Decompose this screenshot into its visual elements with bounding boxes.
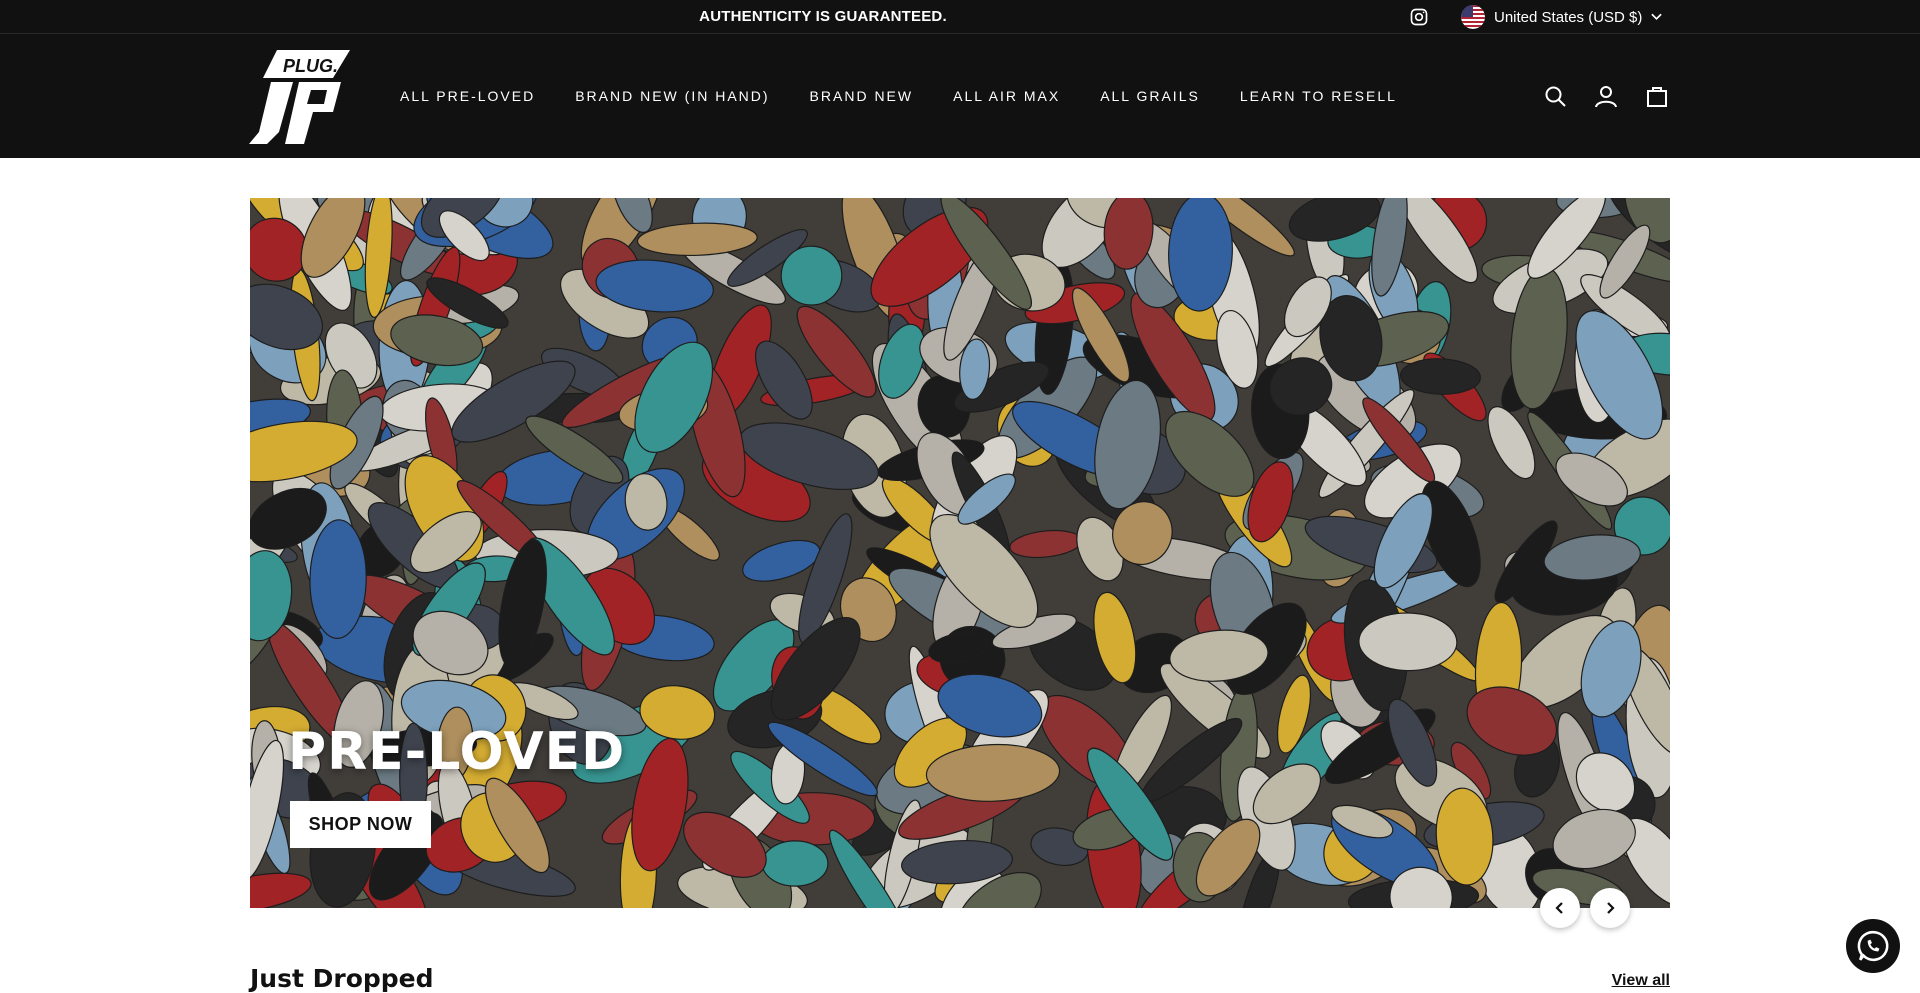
nav-all-grails[interactable]: ALL GRAILS xyxy=(1100,88,1200,104)
slider-next-button[interactable] xyxy=(1590,888,1630,928)
main-nav: ALL PRE-LOVED BRAND NEW (IN HAND) BRAND … xyxy=(400,34,1437,158)
shop-now-button[interactable]: SHOP NOW xyxy=(290,801,431,848)
us-flag-icon xyxy=(1461,5,1485,29)
site-header: PLUG. ALL PRE-LOVED BRAND NEW (IN HAND) … xyxy=(0,34,1920,158)
view-all-link[interactable]: View all xyxy=(1612,972,1670,990)
locale-selector[interactable]: United States (USD $) xyxy=(1461,0,1663,34)
account-icon[interactable] xyxy=(1594,84,1618,108)
plug-jp-logo: PLUG. xyxy=(249,50,350,144)
whatsapp-icon xyxy=(1857,930,1889,962)
hero-banner: PRE-LOVED SHOP NOW xyxy=(250,198,1670,908)
slider-prev-button[interactable] xyxy=(1540,888,1580,928)
svg-text:PLUG.: PLUG. xyxy=(283,56,338,76)
announcement-text: AUTHENTICITY IS GUARANTEED. xyxy=(699,8,947,25)
hero-title: PRE-LOVED xyxy=(288,722,626,782)
cart-icon[interactable] xyxy=(1645,84,1669,108)
chevron-right-icon xyxy=(1607,902,1615,914)
nav-brand-new[interactable]: BRAND NEW xyxy=(810,88,914,104)
chevron-down-icon xyxy=(1651,13,1663,21)
chevron-left-icon xyxy=(1555,902,1563,914)
nav-brand-new-in-hand[interactable]: BRAND NEW (IN HAND) xyxy=(575,88,769,104)
section-title: Just Dropped xyxy=(250,964,434,993)
announcement-bar: AUTHENTICITY IS GUARANTEED. United State… xyxy=(0,0,1920,34)
nav-all-pre-loved[interactable]: ALL PRE-LOVED xyxy=(400,88,535,104)
nav-learn-to-resell[interactable]: LEARN TO RESELL xyxy=(1240,88,1397,104)
locale-label: United States (USD $) xyxy=(1494,8,1643,26)
whatsapp-chat-button[interactable] xyxy=(1846,919,1900,973)
hero-image xyxy=(250,198,1670,908)
nav-all-air-max[interactable]: ALL AIR MAX xyxy=(953,88,1060,104)
search-icon[interactable] xyxy=(1543,84,1567,108)
instagram-icon[interactable] xyxy=(1409,7,1429,27)
